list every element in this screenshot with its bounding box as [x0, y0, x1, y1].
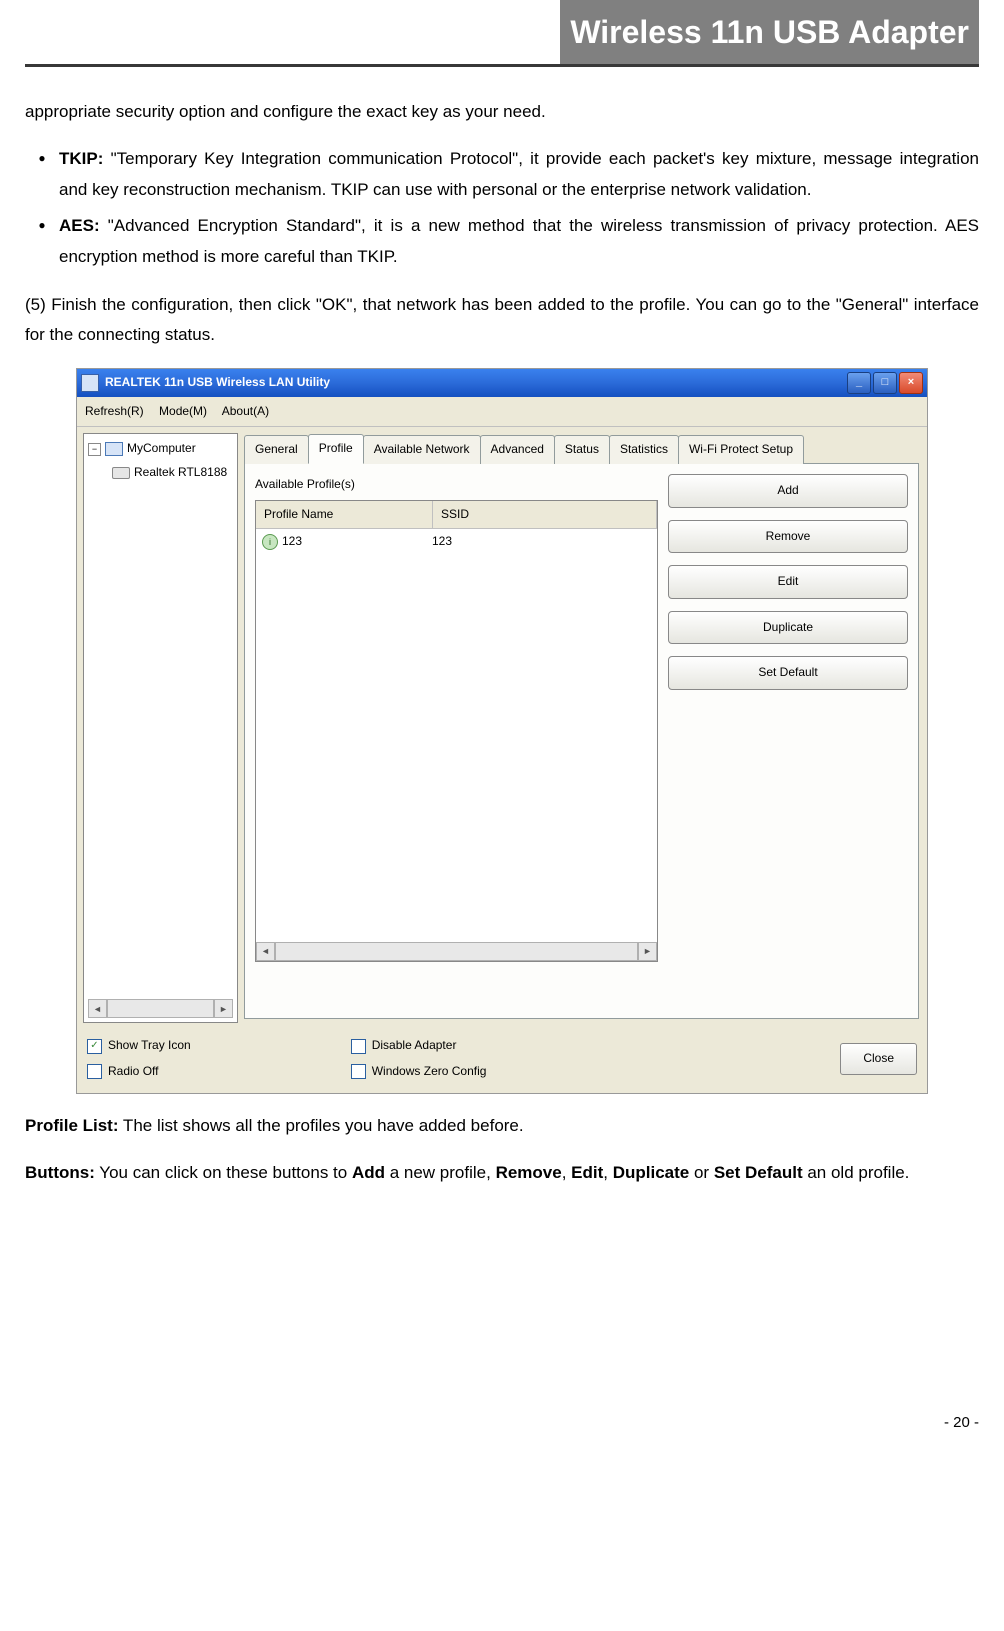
edit-button[interactable]: Edit	[668, 565, 908, 599]
tab-statistics[interactable]: Statistics	[609, 435, 679, 464]
radio-off-label: Radio Off	[108, 1061, 158, 1083]
checkbox-icon	[87, 1064, 102, 1079]
intro-text: appropriate security option and configur…	[25, 97, 979, 128]
zero-config-label: Windows Zero Config	[372, 1061, 487, 1083]
profile-icon: i	[262, 534, 278, 550]
tab-general[interactable]: General	[244, 435, 309, 464]
disable-adapter-checkbox[interactable]: Disable Adapter	[351, 1035, 487, 1057]
collapse-icon[interactable]: −	[88, 443, 101, 456]
menu-about[interactable]: About(A)	[222, 404, 269, 418]
radio-off-checkbox[interactable]: Radio Off	[87, 1061, 191, 1083]
profile-list[interactable]: Profile Name SSID i123 123 ◄ ►	[255, 500, 658, 962]
list-header: Profile Name SSID	[256, 501, 657, 530]
scroll-right-icon[interactable]: ►	[638, 942, 657, 961]
page-number: - 20 -	[25, 1409, 979, 1436]
bullet-mark-icon: ●	[25, 211, 59, 272]
tabstrip: General Profile Available Network Advanc…	[244, 433, 919, 464]
checkbox-icon: ✓	[87, 1039, 102, 1054]
page-header: Wireless 11n USB Adapter	[25, 0, 979, 67]
show-tray-checkbox[interactable]: ✓ Show Tray Icon	[87, 1035, 191, 1057]
text-aes: "Advanced Encryption Standard", it is a …	[59, 216, 979, 266]
tab-body: Available Profile(s) Profile Name SSID i…	[244, 464, 919, 1019]
close-button[interactable]: Close	[840, 1043, 917, 1075]
menubar: Refresh(R) Mode(M) About(A)	[77, 397, 927, 428]
tree-scrollbar[interactable]: ◄ ►	[88, 999, 233, 1018]
window-title: REALTEK 11n USB Wireless LAN Utility	[105, 372, 330, 394]
list-item[interactable]: i123 123	[256, 529, 657, 555]
row-name: 123	[282, 531, 302, 553]
step-5-text: (5) Finish the configuration, then click…	[25, 290, 979, 351]
col-profile-name[interactable]: Profile Name	[256, 501, 433, 529]
adapter-icon	[112, 467, 130, 479]
row-ssid: 123	[430, 531, 657, 553]
buttons-label: Buttons:	[25, 1163, 95, 1182]
tree-pane: − MyComputer Realtek RTL8188 ◄ ►	[83, 433, 238, 1023]
maximize-button[interactable]: □	[873, 372, 897, 394]
tree-root[interactable]: − MyComputer	[88, 438, 233, 460]
term-tkip: TKIP:	[59, 149, 103, 168]
tab-wps[interactable]: Wi-Fi Protect Setup	[678, 435, 804, 464]
set-default-button[interactable]: Set Default	[668, 656, 908, 690]
available-profiles-label: Available Profile(s)	[255, 474, 658, 496]
app-window: REALTEK 11n USB Wireless LAN Utility _ □…	[76, 368, 928, 1094]
term-aes: AES:	[59, 216, 100, 235]
bullet-aes: ● AES: "Advanced Encryption Standard", i…	[25, 211, 979, 272]
scroll-track[interactable]	[107, 999, 214, 1018]
buttons-paragraph: Buttons: You can click on these buttons …	[25, 1158, 979, 1189]
bottom-options: ✓ Show Tray Icon Radio Off Disable Adapte…	[77, 1029, 927, 1092]
scroll-left-icon[interactable]: ◄	[256, 942, 275, 961]
tree-root-label: MyComputer	[127, 438, 196, 460]
scroll-track[interactable]	[275, 942, 638, 961]
tree-child[interactable]: Realtek RTL8188	[112, 462, 233, 484]
bullet-list: ● TKIP: "Temporary Key Integration commu…	[25, 144, 979, 272]
close-window-button[interactable]: ×	[899, 372, 923, 394]
computer-icon	[105, 442, 123, 456]
scroll-left-icon[interactable]: ◄	[88, 999, 107, 1018]
show-tray-label: Show Tray Icon	[108, 1035, 191, 1057]
tab-status[interactable]: Status	[554, 435, 610, 464]
tab-profile[interactable]: Profile	[308, 434, 364, 464]
remove-button[interactable]: Remove	[668, 520, 908, 554]
scroll-right-icon[interactable]: ►	[214, 999, 233, 1018]
disable-adapter-label: Disable Adapter	[372, 1035, 457, 1057]
col-ssid[interactable]: SSID	[433, 501, 657, 529]
tree-child-label: Realtek RTL8188	[134, 462, 227, 484]
tab-available-network[interactable]: Available Network	[363, 435, 481, 464]
header-title: Wireless 11n USB Adapter	[560, 0, 979, 64]
app-icon	[81, 374, 99, 392]
checkbox-icon	[351, 1039, 366, 1054]
titlebar[interactable]: REALTEK 11n USB Wireless LAN Utility _ □…	[77, 369, 927, 397]
tab-advanced[interactable]: Advanced	[480, 435, 555, 464]
menu-mode[interactable]: Mode(M)	[159, 404, 207, 418]
duplicate-button[interactable]: Duplicate	[668, 611, 908, 645]
bullet-tkip: ● TKIP: "Temporary Key Integration commu…	[25, 144, 979, 205]
bullet-mark-icon: ●	[25, 144, 59, 205]
profile-list-text: The list shows all the profiles you have…	[119, 1116, 524, 1135]
menu-refresh[interactable]: Refresh(R)	[85, 404, 144, 418]
profile-list-label: Profile List:	[25, 1116, 119, 1135]
checkbox-icon	[351, 1064, 366, 1079]
profile-list-paragraph: Profile List: The list shows all the pro…	[25, 1111, 979, 1142]
zero-config-checkbox[interactable]: Windows Zero Config	[351, 1061, 487, 1083]
add-button[interactable]: Add	[668, 474, 908, 508]
text-tkip: "Temporary Key Integration communication…	[59, 149, 979, 199]
minimize-button[interactable]: _	[847, 372, 871, 394]
list-scrollbar[interactable]: ◄ ►	[256, 942, 657, 961]
